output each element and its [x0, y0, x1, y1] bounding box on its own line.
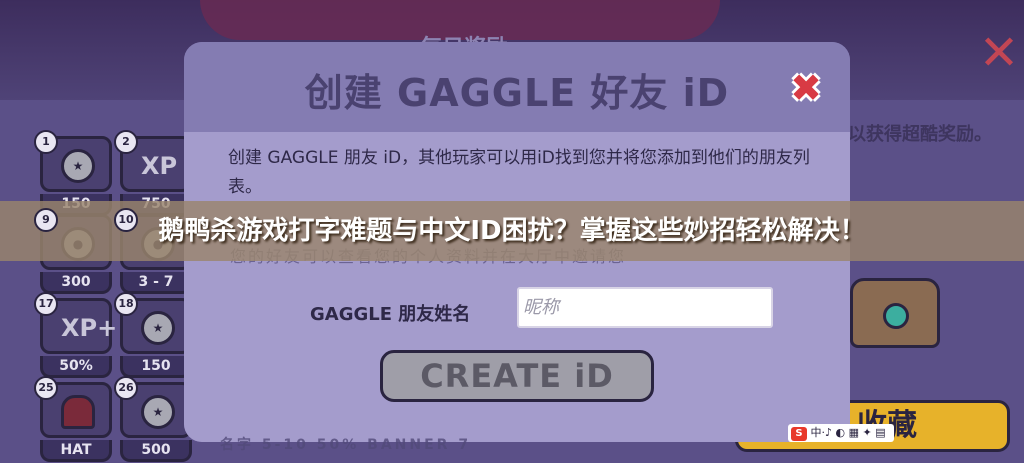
reward-number: 1	[34, 130, 58, 154]
ime-toolbar[interactable]: S 中·♪ ◐ ▦ ✦ ▤	[788, 424, 894, 442]
gem-icon	[883, 303, 909, 329]
reward-value: 150	[120, 356, 192, 378]
article-banner: 鹅鸭杀游戏打字难题与中文ID困扰？掌握这些妙招轻松解决！	[0, 201, 1024, 261]
reward-number: 9	[34, 208, 58, 232]
dialog-header: 创建 GAGGLE 好友 iD ✖	[184, 42, 850, 132]
coin-icon: ★	[141, 311, 175, 345]
close-icon[interactable]: ✖	[786, 68, 826, 108]
reward-number: 17	[34, 292, 58, 316]
dialog-body: 创建 GAGGLE 朋友 iD，其他玩家可以用iD找到您并将您添加到他们的朋友列…	[184, 132, 850, 453]
reward-number: 26	[114, 376, 138, 400]
ime-status: 中·♪ ◐ ▦ ✦ ▤	[810, 426, 886, 439]
treasure-chest-icon	[850, 278, 940, 348]
reward-value: 3 - 7	[120, 272, 192, 294]
reward-value: 500	[120, 440, 192, 462]
coin-icon: ★	[61, 149, 95, 183]
coin-stack-icon: ★	[141, 395, 175, 429]
xp-icon: XP	[141, 152, 178, 180]
reward-number: 25	[34, 376, 58, 400]
xp-plus-icon: XP+	[61, 314, 118, 342]
sogou-logo-icon: S	[791, 427, 807, 441]
nickname-input[interactable]: 昵称	[517, 287, 773, 328]
reward-number: 2	[114, 130, 138, 154]
name-label: GAGGLE 朋友姓名	[310, 304, 471, 325]
side-description: 以获得超酷奖励。	[848, 124, 992, 145]
reward-value: 50%	[40, 356, 112, 378]
reward-value: HAT	[40, 440, 112, 462]
banner-headline: 鹅鸭杀游戏打字难题与中文ID困扰？掌握这些妙招轻松解决！	[158, 216, 866, 246]
reward-number: 10	[114, 208, 138, 232]
hat-icon	[61, 395, 95, 429]
reward-number: 18	[114, 292, 138, 316]
reward-value: 300	[40, 272, 112, 294]
create-id-button[interactable]: CREATE iD	[380, 350, 654, 402]
dialog-description: 创建 GAGGLE 朋友 iD，其他玩家可以用iD找到您并将您添加到他们的朋友列…	[228, 148, 810, 197]
dialog-title: 创建 GAGGLE 好友 iD	[304, 71, 730, 115]
bottom-reward-row: 名字 5-10 50% BANNER 7	[220, 437, 472, 453]
background-close-icon[interactable]: ✕	[976, 29, 1022, 77]
